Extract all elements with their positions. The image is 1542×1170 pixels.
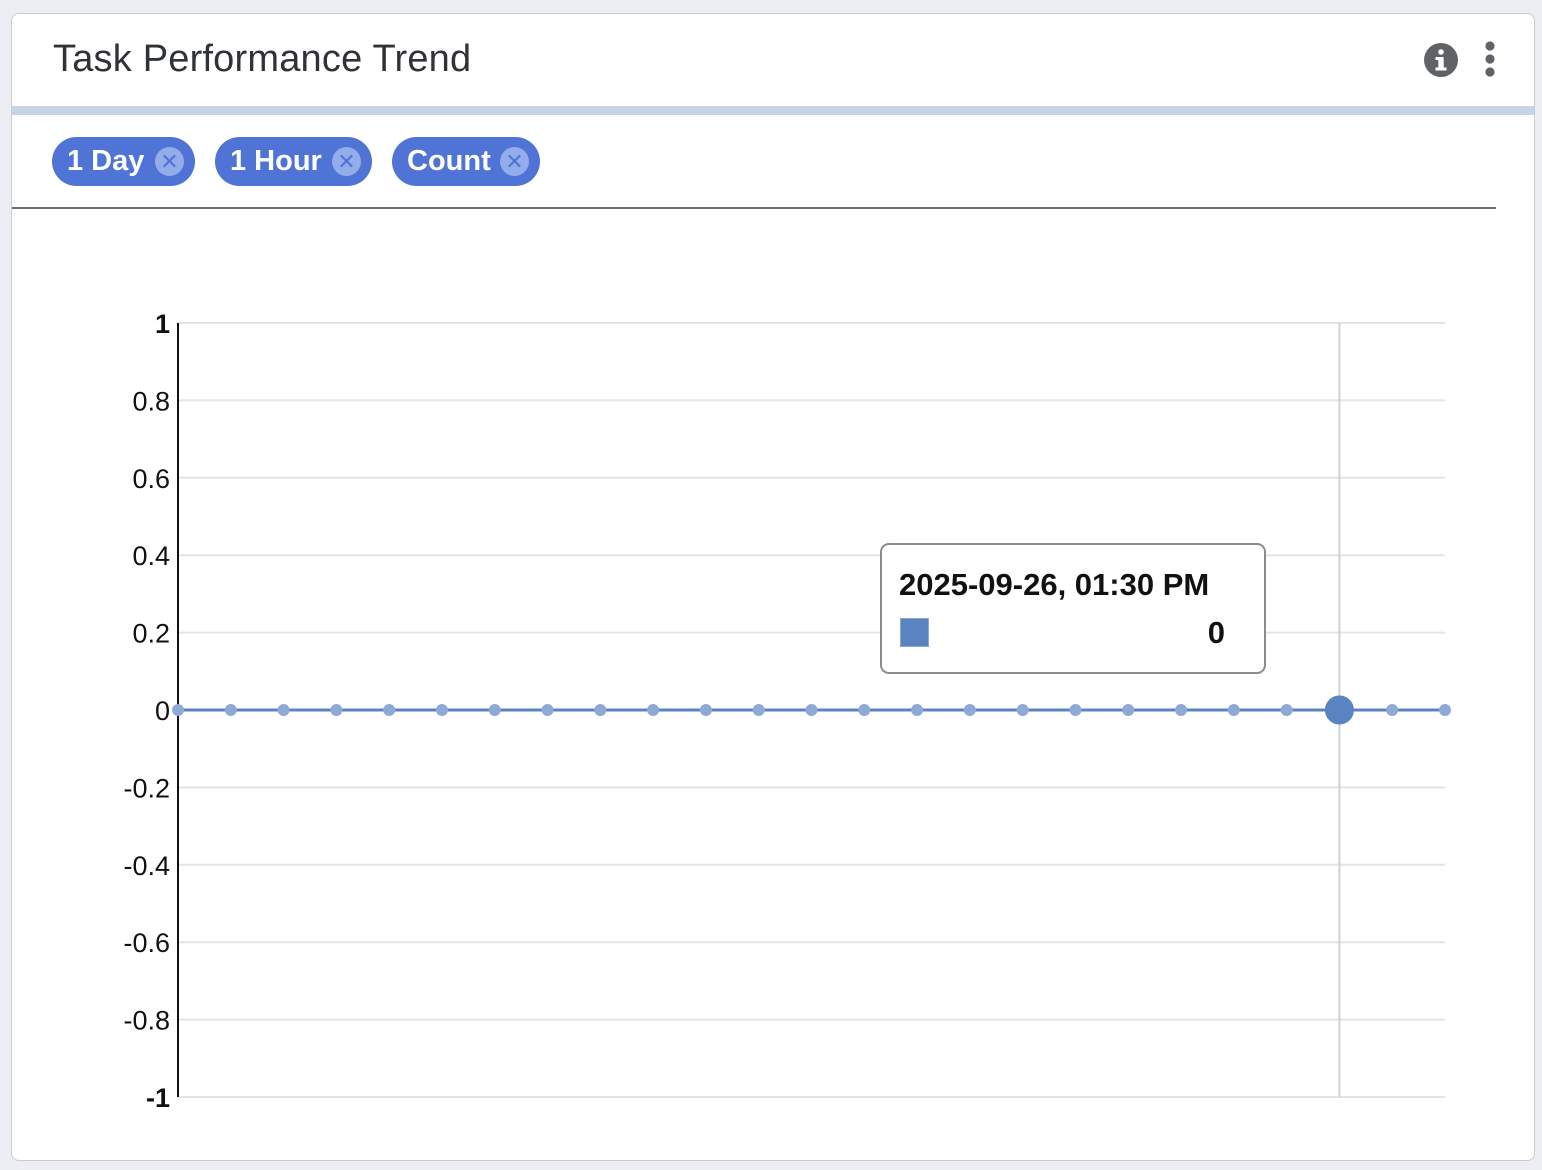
y-tick-label: -0.2: [123, 773, 170, 803]
data-point: [541, 704, 554, 716]
data-point: [330, 704, 343, 716]
data-point: [1439, 704, 1451, 716]
data-point: [435, 704, 448, 716]
y-tick-label: 1: [155, 309, 170, 339]
data-point: [1227, 704, 1240, 716]
y-tick-label: 0.6: [132, 464, 170, 494]
highlighted-data-point: [1324, 695, 1354, 725]
y-tick-label: 0: [155, 696, 170, 726]
data-point: [858, 704, 871, 716]
y-tick-label: 0.2: [132, 619, 170, 649]
data-point: [1280, 704, 1293, 716]
y-tick-label: -0.8: [123, 1006, 170, 1036]
data-point: [1386, 704, 1399, 716]
data-point: [1122, 704, 1135, 716]
data-point: [383, 704, 396, 716]
data-point: [647, 704, 660, 716]
tooltip-value: 0: [1207, 615, 1225, 650]
line-chart: 1 0.8 0.6 0.4 0.2 0 -0.2 -0.4 -0.6 -0.8 -1: [123, 309, 1451, 1113]
data-point: [963, 704, 976, 716]
data-point: [699, 704, 712, 716]
data-point: [1069, 704, 1082, 716]
data-point: [488, 704, 501, 716]
chart-area: 1 0.8 0.6 0.4 0.2 0 -0.2 -0.4 -0.6 -0.8 -1: [12, 14, 1534, 1160]
y-tick-label: 0.8: [132, 386, 170, 416]
data-point: [277, 704, 290, 716]
y-tick-label: -0.6: [123, 928, 170, 958]
data-point: [752, 704, 765, 716]
data-point: [594, 704, 607, 716]
data-point: [172, 704, 184, 716]
data-point: [805, 704, 818, 716]
data-point: [911, 704, 924, 716]
chart-tooltip: 2025-09-26, 01:30 PM 0: [880, 543, 1266, 674]
tooltip-series-swatch: [900, 618, 929, 647]
data-point: [1016, 704, 1029, 716]
y-tick-label: -0.4: [123, 851, 170, 881]
y-tick-label: 0.4: [132, 541, 170, 571]
data-point: [224, 704, 237, 716]
y-tick-label: -1: [146, 1083, 170, 1113]
task-performance-card: Task Performance Trend 1 Day ✕ 1 Hour ✕ …: [11, 13, 1535, 1161]
data-point: [1175, 704, 1188, 716]
tooltip-title: 2025-09-26, 01:30 PM: [899, 567, 1210, 602]
